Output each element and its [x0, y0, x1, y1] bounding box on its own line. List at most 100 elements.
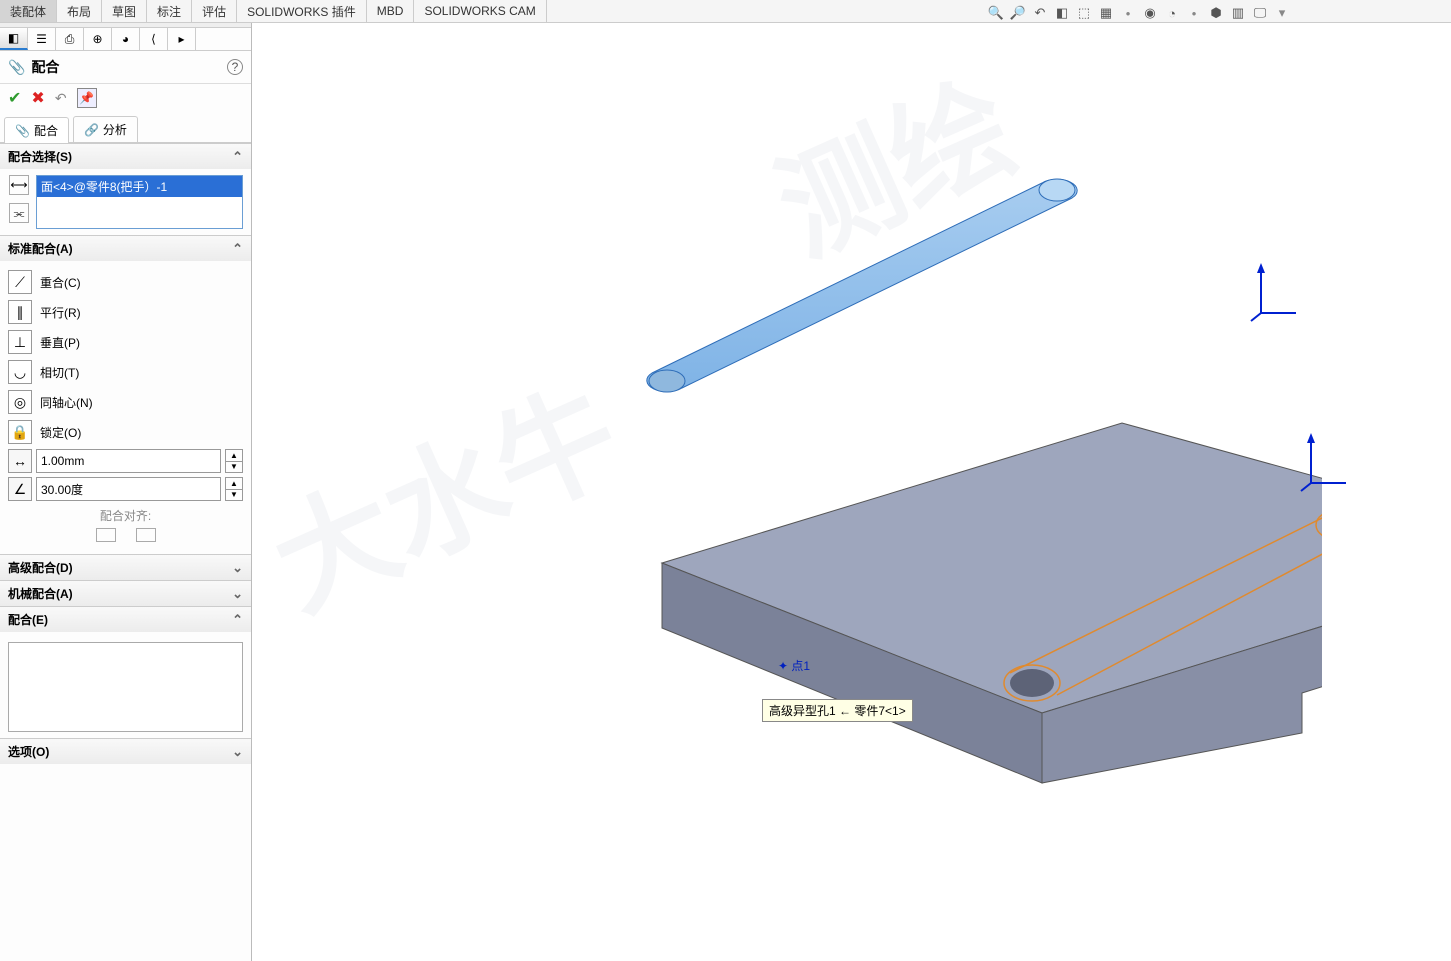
section-options: 选项(O) ⌄: [0, 738, 251, 764]
pm-action-bar: ✔ ✖ ↶ 📌: [0, 84, 251, 112]
section-head-options[interactable]: 选项(O) ⌄: [0, 739, 251, 764]
property-manager-panel: ◧ ☰ ⎙ ⊕ ◕ ⟨ ▸ 📎 配合 ? ✔ ✖ ↶ 📌 📎配合 🔗 分析 配合选…: [0, 23, 252, 961]
mate-lock-label: 锁定(O): [40, 424, 243, 441]
view-orientation-icon[interactable]: ⬚: [1075, 4, 1093, 22]
selection-list[interactable]: 面<4>@零件8(把手）-1: [36, 175, 243, 229]
spin-down-icon[interactable]: ▼: [226, 462, 242, 473]
align-same-button[interactable]: [96, 528, 116, 542]
paperclip-icon: 📎: [15, 124, 30, 138]
target-icon: ⊕: [92, 32, 102, 46]
distance-input[interactable]: [36, 449, 221, 473]
zoom-fit-icon[interactable]: 🔍: [987, 4, 1005, 22]
screen-icon[interactable]: 🖵: [1251, 4, 1269, 22]
section-mate-selections: 配合选择(S) ⌃ ⟷ ⫘ 面<4>@零件8(把手）-1: [0, 143, 251, 235]
mate-coincident-label: 重合(C): [40, 274, 243, 291]
apply-scene-icon[interactable]: ⬢: [1207, 4, 1225, 22]
mate-parallel[interactable]: ∥ 平行(R): [8, 297, 243, 327]
distance-spinner[interactable]: ▲▼: [225, 449, 243, 473]
section-head-mates[interactable]: 配合(E) ⌃: [0, 607, 251, 632]
section-head-standard[interactable]: 标准配合(A) ⌃: [0, 236, 251, 261]
sub-tab-analysis-label: 分析: [103, 121, 127, 138]
watermark: 大水牛: [252, 337, 642, 642]
view-settings-icon[interactable]: ▥: [1229, 4, 1247, 22]
mate-concentric[interactable]: ◎ 同轴心(N): [8, 387, 243, 417]
dimxpert-tab[interactable]: ⊕: [84, 28, 112, 50]
section-head-standard-label: 标准配合(A): [8, 240, 73, 257]
configuration-manager-tab[interactable]: ⎙: [56, 28, 84, 50]
collapse-icon: ⌃: [232, 241, 243, 257]
previous-view-icon[interactable]: ↶: [1031, 4, 1049, 22]
section-head-options-label: 选项(O): [8, 743, 49, 760]
align-anti-button[interactable]: [136, 528, 156, 542]
mate-coincident[interactable]: ⟋ 重合(C): [8, 267, 243, 297]
3d-viewport[interactable]: 测绘 大水牛 ✦ 点1 高级异型孔1 ← 零件7<1>: [252, 23, 1451, 961]
block-part[interactable]: [602, 383, 1322, 803]
display-style-icon[interactable]: ▦: [1097, 4, 1115, 22]
feature-manager-tab[interactable]: ◧: [0, 28, 28, 50]
section-head-mechanical-label: 机械配合(A): [8, 585, 73, 602]
orientation-triad-1: [1251, 263, 1301, 326]
config-icon: ⎙: [65, 32, 75, 47]
mate-tangent[interactable]: ◡ 相切(T): [8, 357, 243, 387]
section-standard-mates: 标准配合(A) ⌃ ⟋ 重合(C) ∥ 平行(R) ⊥ 垂直(P) ◡ 相切(T…: [0, 235, 251, 554]
angle-icon[interactable]: ∠: [8, 477, 32, 501]
selection-item-1[interactable]: 面<4>@零件8(把手）-1: [37, 176, 242, 197]
undo-button[interactable]: ↶: [55, 90, 67, 107]
pin-button[interactable]: 📌: [77, 88, 97, 108]
tab-sketch[interactable]: 草图: [102, 0, 147, 22]
edit-appearance-icon[interactable]: ◔: [1163, 4, 1181, 22]
collapse-icon: ⌃: [232, 612, 243, 628]
tab-evaluate[interactable]: 评估: [192, 0, 237, 22]
spin-up-icon[interactable]: ▲: [226, 450, 242, 462]
angle-spinner[interactable]: ▲▼: [225, 477, 243, 501]
hide-show-icon[interactable]: ◉: [1141, 4, 1159, 22]
chevron-right-icon: ▸: [178, 32, 184, 46]
tab-annotate[interactable]: 标注: [147, 0, 192, 22]
display-manager-tab[interactable]: ◕: [112, 28, 140, 50]
list-icon: ☰: [36, 32, 47, 46]
help-button[interactable]: ?: [227, 59, 243, 75]
cube-icon: ◧: [8, 31, 19, 45]
angle-input[interactable]: [36, 477, 221, 501]
section-mechanical-mates: 机械配合(A) ⌄: [0, 580, 251, 606]
entities-to-mate-icon[interactable]: ⟷: [9, 175, 29, 195]
tab-cam[interactable]: SOLIDWORKS CAM: [414, 0, 546, 22]
sub-tab-mate[interactable]: 📎配合: [4, 117, 69, 143]
distance-icon[interactable]: ↔: [8, 449, 32, 473]
mates-listbox[interactable]: [8, 642, 243, 732]
property-manager-tab[interactable]: ☰: [28, 28, 56, 50]
mate-perpendicular-label: 垂直(P): [40, 334, 243, 351]
mate-concentric-label: 同轴心(N): [40, 394, 243, 411]
spin-up-icon[interactable]: ▲: [226, 478, 242, 490]
hover-tooltip: 高级异型孔1 ← 零件7<1>: [762, 699, 913, 722]
ok-button[interactable]: ✔: [8, 88, 21, 108]
link-icon: 🔗: [84, 123, 99, 137]
lock-icon: 🔒: [8, 420, 32, 444]
tab-assembly[interactable]: 装配体: [0, 0, 57, 22]
collapse-icon: ⌃: [232, 149, 243, 165]
section-head-advanced[interactable]: 高级配合(D) ⌄: [0, 555, 251, 580]
mate-perpendicular[interactable]: ⊥ 垂直(P): [8, 327, 243, 357]
parallel-icon: ∥: [8, 300, 32, 324]
mate-lock[interactable]: 🔒 锁定(O): [8, 417, 243, 447]
expand-icon: ⌄: [232, 586, 243, 602]
multi-mate-icon[interactable]: ⫘: [9, 203, 29, 223]
section-view-icon[interactable]: ◧: [1053, 4, 1071, 22]
extra-tab-2[interactable]: ▸: [168, 28, 196, 50]
pm-sub-tabs: 📎配合 🔗 分析: [0, 116, 251, 143]
tab-plugins[interactable]: SOLIDWORKS 插件: [237, 0, 367, 22]
tab-mbd[interactable]: MBD: [367, 0, 415, 22]
pm-title: 配合: [31, 57, 221, 77]
cancel-button[interactable]: ✖: [31, 88, 44, 108]
section-head-mechanical[interactable]: 机械配合(A) ⌄: [0, 581, 251, 606]
section-head-advanced-label: 高级配合(D): [8, 559, 73, 576]
section-head-selections[interactable]: 配合选择(S) ⌃: [0, 144, 251, 169]
extra-tab-1[interactable]: ⟨: [140, 28, 168, 50]
expand-icon: ⌄: [232, 744, 243, 760]
zoom-area-icon[interactable]: 🔎: [1009, 4, 1027, 22]
expand-icon: ⌄: [232, 560, 243, 576]
spin-down-icon[interactable]: ▼: [226, 490, 242, 501]
sub-tab-analysis[interactable]: 🔗 分析: [73, 116, 138, 142]
tab-layout[interactable]: 布局: [57, 0, 102, 22]
tangent-icon: ◡: [8, 360, 32, 384]
